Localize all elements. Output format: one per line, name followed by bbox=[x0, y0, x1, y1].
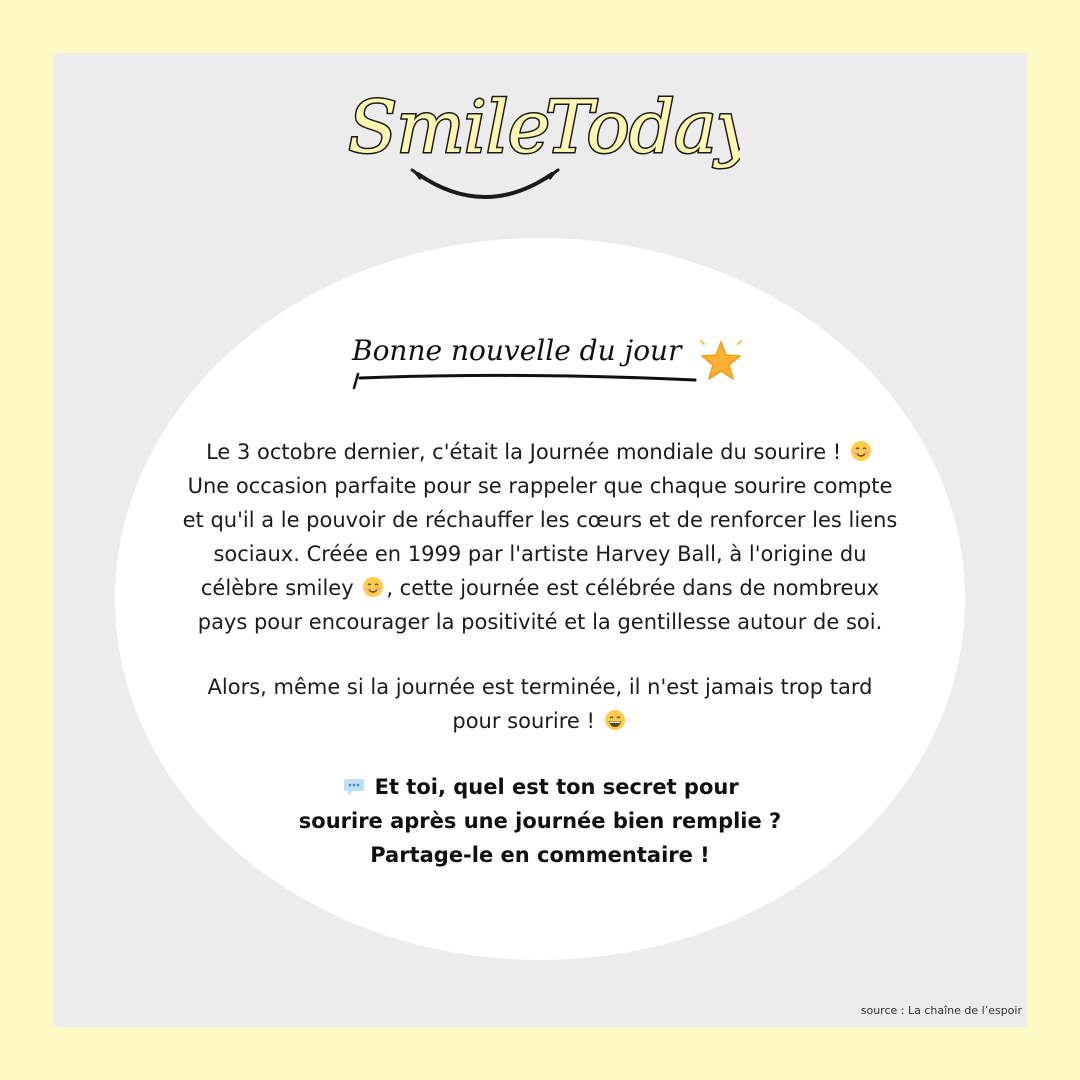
star-icon bbox=[700, 340, 742, 380]
text-line: Et toi, quel est ton secret pour bbox=[374, 775, 739, 799]
text-line: et qu'il a le pouvoir de réchauffer les … bbox=[182, 508, 898, 532]
logo-smile-dimple-left bbox=[410, 168, 422, 180]
text-line: Une occasion parfaite pour se rappeler q… bbox=[187, 474, 893, 498]
text-line: Partage-le en commentaire ! bbox=[370, 843, 710, 867]
logo-smile-text: Smile bbox=[348, 85, 549, 169]
logo-today-text: Today bbox=[545, 85, 740, 169]
logo-smile-dimple-right bbox=[548, 168, 560, 180]
text-line: pays pour encourager la positivité et la… bbox=[197, 610, 883, 634]
logo-smile-mouth-icon bbox=[416, 172, 554, 199]
text-line: Le 3 octobre dernier, c'était la Journée… bbox=[206, 440, 842, 464]
paragraph-intro: Le 3 octobre dernier, c'était la Journée… bbox=[150, 435, 930, 639]
text-line: Alors, même si la journée est terminée, … bbox=[207, 675, 873, 699]
speech-bubble-icon bbox=[344, 779, 365, 795]
text-line: , cette journée est célébrée dans de nom… bbox=[386, 576, 880, 600]
paragraph-line: célèbre smiley , cette journée est céléb… bbox=[150, 571, 930, 605]
paragraph-line: Et toi, quel est ton secret pour bbox=[150, 770, 930, 804]
headline-block: Bonne nouvelle du jour bbox=[340, 330, 760, 400]
source-credit: source : La chaîne de l’espoir bbox=[860, 1004, 1022, 1017]
smiling-face-icon bbox=[850, 441, 871, 461]
text-line: célèbre smiley bbox=[200, 576, 354, 600]
logo: Smile Today bbox=[347, 84, 740, 199]
grinning-face-icon bbox=[604, 710, 625, 730]
paragraph-line: Le 3 octobre dernier, c'était la Journée… bbox=[150, 435, 930, 469]
paragraph-reminder: Alors, même si la journée est terminée, … bbox=[150, 670, 930, 738]
paragraph-line: pour sourire ! bbox=[150, 704, 930, 738]
text-line: sourire après une journée bien remplie ? bbox=[298, 809, 782, 833]
text-line: pour sourire ! bbox=[452, 709, 595, 733]
smiling-face-icon bbox=[363, 577, 384, 597]
headline-title: Bonne nouvelle du jour bbox=[352, 334, 682, 367]
text-line: sociaux. Créée en 1999 par l'artiste Har… bbox=[213, 542, 867, 566]
paragraph-question: Et toi, quel est ton secret pour sourire… bbox=[150, 770, 930, 872]
